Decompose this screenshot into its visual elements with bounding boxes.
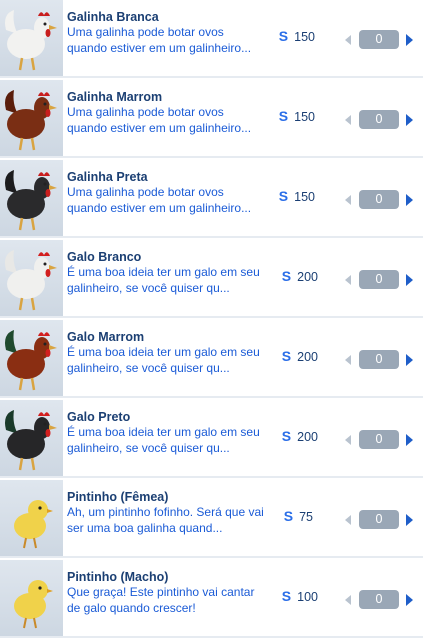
- decrease-arrow-icon[interactable]: [345, 435, 351, 445]
- item-description: Uma galinha pode botar ovos quando estiv…: [67, 25, 252, 55]
- quantity-field[interactable]: 0: [359, 110, 399, 129]
- simoleon-icon: S: [281, 428, 292, 444]
- decrease-arrow-icon[interactable]: [345, 35, 351, 45]
- quantity-field[interactable]: 0: [359, 590, 399, 609]
- increase-arrow-icon[interactable]: [406, 354, 413, 366]
- price-value: 200: [297, 270, 318, 284]
- item-name: Galinha Branca: [67, 10, 159, 24]
- simoleon-icon: S: [283, 508, 294, 524]
- animal-thumbnail: [0, 0, 63, 76]
- item-name: Galo Branco: [67, 250, 142, 264]
- item-name: Galinha Preta: [67, 170, 148, 184]
- decrease-arrow-icon[interactable]: [345, 115, 351, 125]
- quantity-field[interactable]: 0: [359, 190, 399, 209]
- simoleon-icon: S: [278, 28, 289, 44]
- decrease-arrow-icon[interactable]: [345, 595, 351, 605]
- simoleon-icon: S: [281, 348, 292, 364]
- decrease-arrow-icon[interactable]: [345, 515, 351, 525]
- item-price: S 100: [248, 588, 318, 604]
- item-description: É uma boa ideia ter um galo em seu galin…: [67, 425, 260, 455]
- quantity-stepper[interactable]: 0: [345, 430, 415, 450]
- animal-thumbnail: [0, 400, 63, 476]
- price-value: 200: [297, 350, 318, 364]
- item-description: Ah, um pintinho fofinho. Será que vai se…: [67, 505, 264, 535]
- quantity-stepper[interactable]: 0: [345, 590, 415, 610]
- increase-arrow-icon[interactable]: [406, 274, 413, 286]
- quantity-field[interactable]: 0: [359, 430, 399, 449]
- quantity-field[interactable]: 0: [359, 510, 399, 529]
- quantity-field[interactable]: 0: [359, 270, 399, 289]
- list-item[interactable]: Pintinho (Macho) Que graça! Este pintinho…: [0, 560, 423, 638]
- item-price: S 75: [243, 508, 313, 524]
- simoleon-icon: S: [281, 588, 292, 604]
- quantity-field[interactable]: 0: [359, 350, 399, 369]
- item-name: Pintinho (Macho): [67, 570, 169, 584]
- item-name: Galo Preto: [67, 410, 131, 424]
- increase-arrow-icon[interactable]: [406, 514, 413, 526]
- increase-arrow-icon[interactable]: [406, 194, 413, 206]
- simoleon-icon: S: [278, 188, 289, 204]
- increase-arrow-icon[interactable]: [406, 594, 413, 606]
- animal-thumbnail: [0, 80, 63, 156]
- item-price: S 200: [248, 348, 318, 364]
- quantity-stepper[interactable]: 0: [345, 270, 415, 290]
- animal-thumbnail: [0, 480, 63, 556]
- price-value: 150: [294, 190, 315, 204]
- list-item[interactable]: Galinha Branca Uma galinha pode botar ovo…: [0, 0, 423, 78]
- quantity-stepper[interactable]: 0: [345, 110, 415, 130]
- price-value: 150: [294, 30, 315, 44]
- quantity-stepper[interactable]: 0: [345, 190, 415, 210]
- list-item[interactable]: Galo Branco É uma boa ideia ter um galo e…: [0, 240, 423, 318]
- price-value: 75: [299, 510, 313, 524]
- list-item[interactable]: Galinha Preta Uma galinha pode botar ovos…: [0, 160, 423, 238]
- increase-arrow-icon[interactable]: [406, 34, 413, 46]
- item-description: Uma galinha pode botar ovos quando estiv…: [67, 105, 252, 135]
- decrease-arrow-icon[interactable]: [345, 275, 351, 285]
- quantity-stepper[interactable]: 0: [345, 510, 415, 530]
- increase-arrow-icon[interactable]: [406, 434, 413, 446]
- animal-thumbnail: [0, 160, 63, 236]
- quantity-stepper[interactable]: 0: [345, 30, 415, 50]
- item-price: S 200: [248, 268, 318, 284]
- simoleon-icon: S: [281, 268, 292, 284]
- animal-thumbnail: [0, 560, 63, 636]
- quantity-field[interactable]: 0: [359, 30, 399, 49]
- item-description: É uma boa ideia ter um galo em seu galin…: [67, 345, 260, 375]
- item-name: Pintinho (Fêmea): [67, 490, 169, 504]
- price-value: 100: [297, 590, 318, 604]
- item-price: S 150: [245, 108, 315, 124]
- list-item[interactable]: Galo Preto É uma boa ideia ter um galo em…: [0, 400, 423, 478]
- list-item[interactable]: Galinha Marrom Uma galinha pode botar ovo…: [0, 80, 423, 158]
- item-name: Galinha Marrom: [67, 90, 163, 104]
- item-price: S 200: [248, 428, 318, 444]
- decrease-arrow-icon[interactable]: [345, 195, 351, 205]
- item-price: S 150: [245, 28, 315, 44]
- quantity-stepper[interactable]: 0: [345, 350, 415, 370]
- item-list: Galinha Branca Uma galinha pode botar ovo…: [0, 0, 423, 639]
- price-value: 200: [297, 430, 318, 444]
- simoleon-icon: S: [278, 108, 289, 124]
- price-value: 150: [294, 110, 315, 124]
- item-description: Que graça! Este pintinho vai cantar de g…: [67, 585, 255, 615]
- animal-thumbnail: [0, 320, 63, 396]
- animal-thumbnail: [0, 240, 63, 316]
- item-description: Uma galinha pode botar ovos quando estiv…: [67, 185, 252, 215]
- decrease-arrow-icon[interactable]: [345, 355, 351, 365]
- item-description: É uma boa ideia ter um galo em seu galin…: [67, 265, 260, 295]
- item-name: Galo Marrom: [67, 330, 145, 344]
- item-price: S 150: [245, 188, 315, 204]
- list-item[interactable]: Pintinho (Fêmea) Ah, um pintinho fofinho.…: [0, 480, 423, 558]
- increase-arrow-icon[interactable]: [406, 114, 413, 126]
- list-item[interactable]: Galo Marrom É uma boa ideia ter um galo e…: [0, 320, 423, 398]
